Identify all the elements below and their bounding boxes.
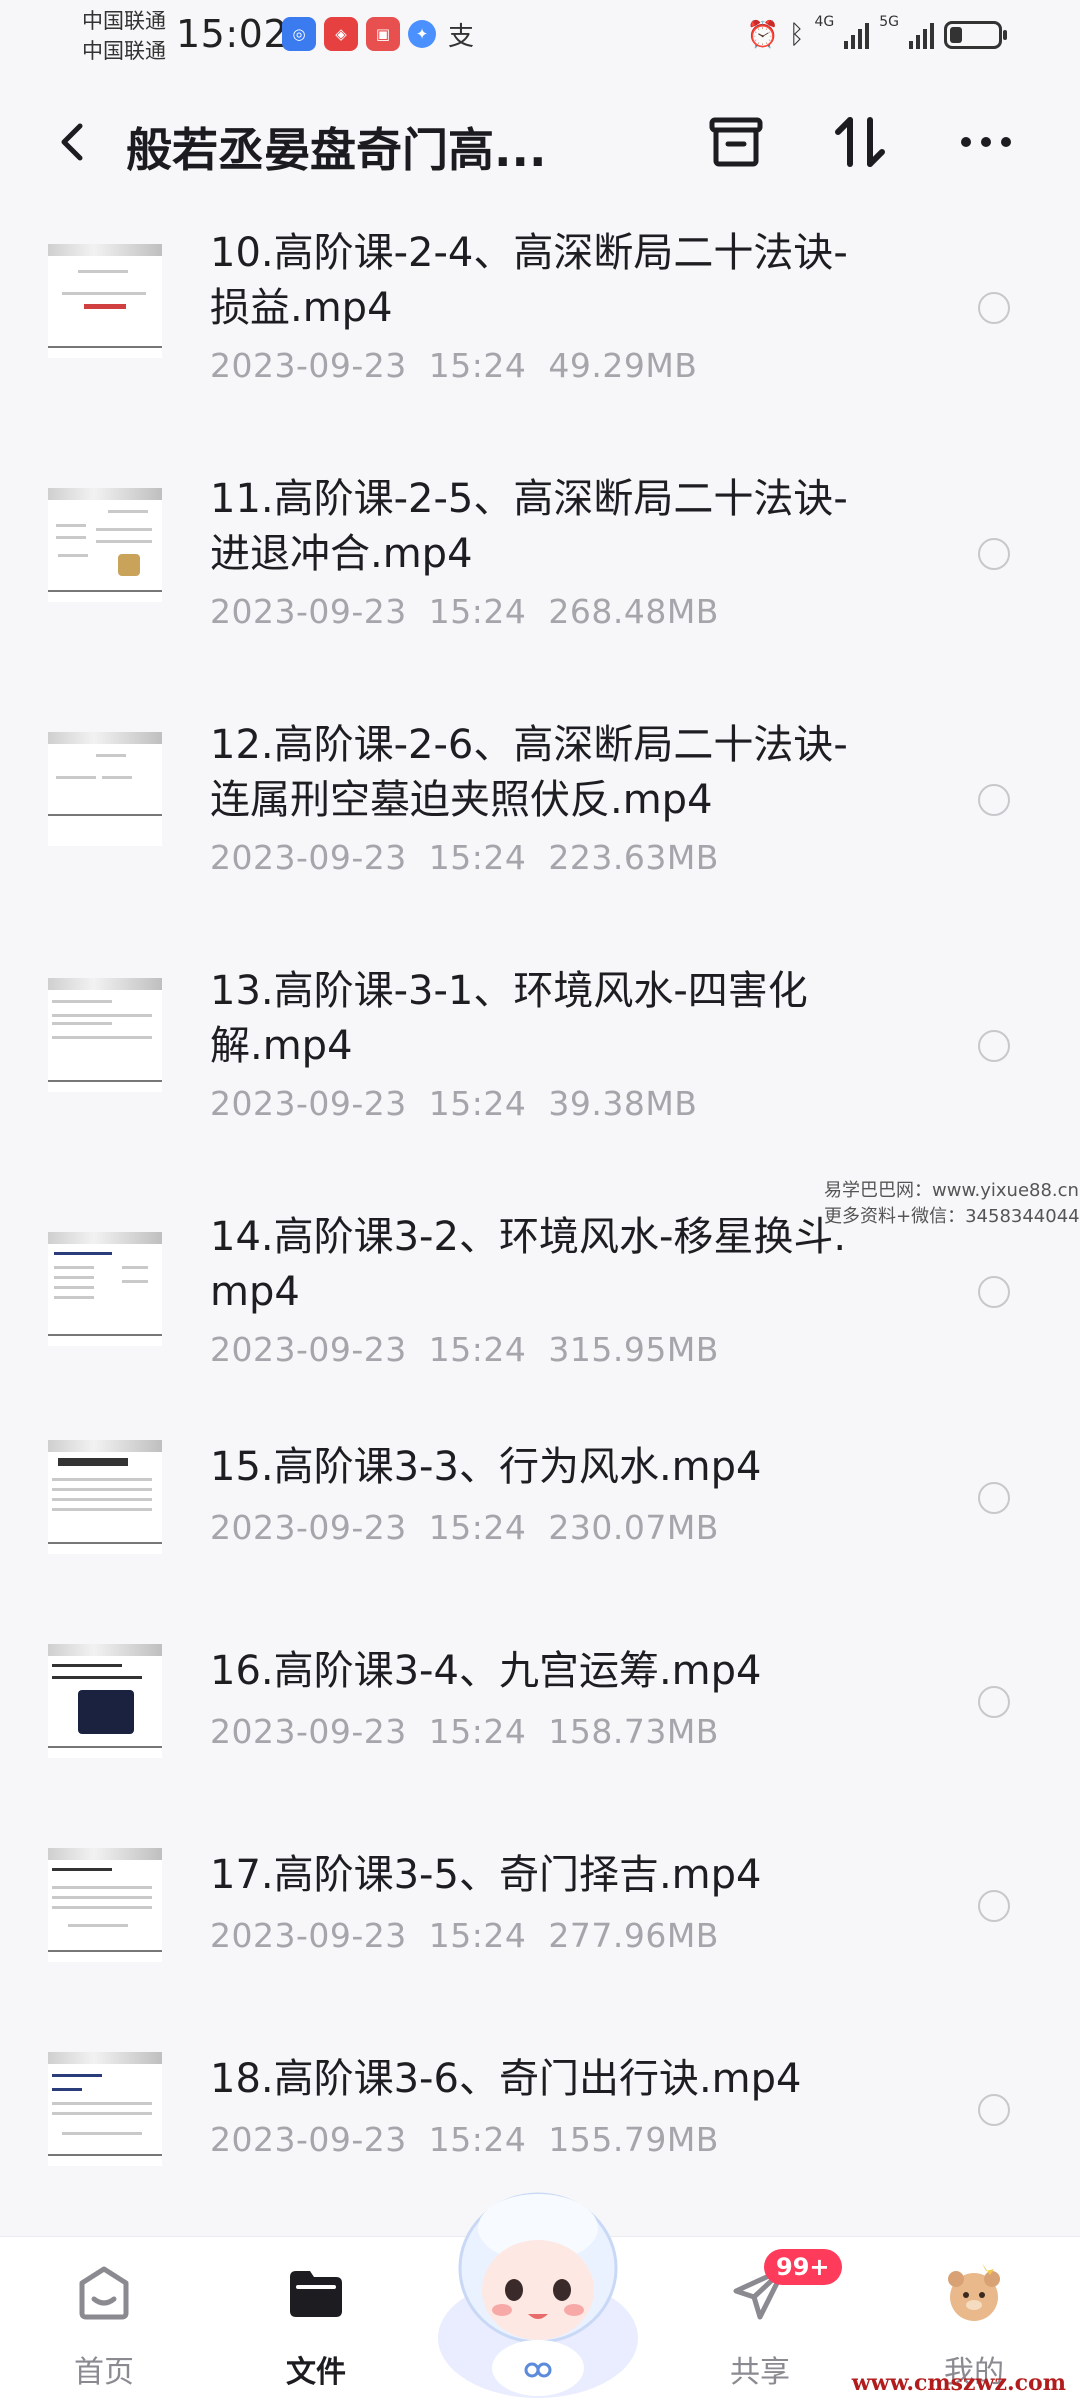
app-notification-icon: ▣ (366, 17, 400, 51)
video-thumbnail (48, 488, 162, 602)
chevron-left-icon (61, 123, 83, 161)
app-notification-icon: ◎ (282, 17, 316, 51)
carrier-label-2: 中国联通 (82, 39, 166, 63)
select-radio[interactable] (978, 2094, 1010, 2126)
app-notification-icon: ✦ (408, 20, 436, 48)
watermark-line-2: 更多资料+微信：3458344044 (824, 1206, 1080, 1227)
watermark-line-1: 易学巴巴网：www.yixue88.cn (824, 1180, 1079, 1201)
page-title: 般若丞晏盘奇门高... (126, 123, 547, 177)
sort-button[interactable] (828, 110, 892, 174)
signal-icon (909, 21, 934, 49)
battery-icon (944, 21, 1007, 49)
nav-home-label: 首页 (74, 2355, 134, 2390)
app-notification-icon: ◈ (324, 17, 358, 51)
avatar (942, 2261, 1006, 2325)
notification-icons: ◎ ◈ ▣ ✦ 支 (282, 17, 478, 52)
video-thumbnail (48, 1440, 162, 1554)
file-name: 17.高阶课3-5、奇门择吉.mp4 (210, 1852, 762, 1898)
file-meta: 2023-09-23 15:24 49.29MB (210, 346, 698, 385)
sort-icon (835, 117, 885, 167)
video-thumbnail (48, 732, 162, 846)
more-icon (961, 137, 1011, 147)
file-meta: 2023-09-23 15:24 230.07MB (210, 1508, 719, 1547)
alipay-icon: 支 (447, 21, 474, 52)
site-watermark: www.cmszwz.com (851, 2370, 1066, 2396)
file-name: 15.高阶课3-3、行为风水.mp4 (210, 1444, 762, 1490)
top-app-bar: 般若丞晏盘奇门高... (0, 96, 1080, 192)
signal-icon (844, 21, 870, 49)
file-name: 10.高阶课-2-4、高深断局二十法诀-损益.mp4 (210, 230, 848, 331)
archive-button[interactable] (704, 110, 768, 174)
file-meta: 2023-09-23 15:24 158.73MB (210, 1712, 719, 1751)
file-name: 14.高阶课3-2、环境风水-移星换斗.mp4 (210, 1214, 847, 1315)
file-name: 13.高阶课-3-1、环境风水-四害化解.mp4 (210, 968, 808, 1069)
select-radio[interactable] (978, 538, 1010, 570)
alarm-icon: ⏰ (746, 20, 779, 50)
home-icon (72, 2261, 136, 2325)
select-radio[interactable] (978, 1030, 1010, 1062)
select-radio[interactable] (978, 1482, 1010, 1514)
select-radio[interactable] (978, 1890, 1010, 1922)
file-meta: 2023-09-23 15:24 223.63MB (210, 838, 719, 877)
bluetooth-icon: ᛒ (788, 20, 805, 50)
network-type-2: 5G (879, 14, 899, 30)
archive-icon (709, 117, 763, 167)
video-thumbnail (48, 1848, 162, 1962)
nav-files-label: 文件 (286, 2355, 346, 2390)
select-radio[interactable] (978, 784, 1010, 816)
nav-home[interactable]: 首页 (44, 2261, 164, 2391)
folder-icon (284, 2261, 348, 2325)
file-meta: 2023-09-23 15:24 277.96MB (210, 1916, 719, 1955)
file-meta: 2023-09-23 15:24 268.48MB (210, 592, 719, 631)
file-name: 16.高阶课3-4、九宫运筹.mp4 (210, 1648, 762, 1694)
select-radio[interactable] (978, 1686, 1010, 1718)
select-radio[interactable] (978, 1276, 1010, 1308)
share-count-badge: 99+ (764, 2249, 842, 2285)
file-name: 12.高阶课-2-6、高深断局二十法诀-连属刑空墓迫夹照伏反.mp4 (210, 722, 848, 823)
mascot-icon (438, 2192, 638, 2398)
nav-files[interactable]: 文件 (256, 2261, 376, 2391)
video-thumbnail (48, 1232, 162, 1346)
file-meta: 2023-09-23 15:24 39.38MB (210, 1084, 698, 1123)
status-clock: 15:02 (176, 12, 289, 56)
video-thumbnail (48, 2052, 162, 2166)
file-meta: 2023-09-23 15:24 155.79MB (210, 2120, 719, 2159)
more-button[interactable] (954, 110, 1018, 174)
video-thumbnail (48, 978, 162, 1092)
select-radio[interactable] (978, 292, 1010, 324)
back-button[interactable] (50, 118, 98, 166)
ai-assistant-button[interactable] (428, 2168, 648, 2400)
file-name: 11.高阶课-2-5、高深断局二十法诀-进退冲合.mp4 (210, 476, 848, 577)
network-type-1: 4G (814, 14, 835, 30)
nav-share[interactable]: 99+ 共享 (700, 2249, 842, 2391)
status-bar: 中国联通 中国联通 15:02 ◎ ◈ ▣ ✦ 支 ⏰ ᛒ 4G 5G (0, 0, 1080, 72)
file-meta: 2023-09-23 15:24 315.95MB (210, 1330, 719, 1369)
file-name: 18.高阶课3-6、奇门出行诀.mp4 (210, 2056, 802, 2102)
video-thumbnail (48, 1644, 162, 1758)
nav-share-label: 共享 (730, 2355, 790, 2390)
video-thumbnail (48, 244, 162, 358)
carrier-label-1: 中国联通 (82, 9, 166, 33)
